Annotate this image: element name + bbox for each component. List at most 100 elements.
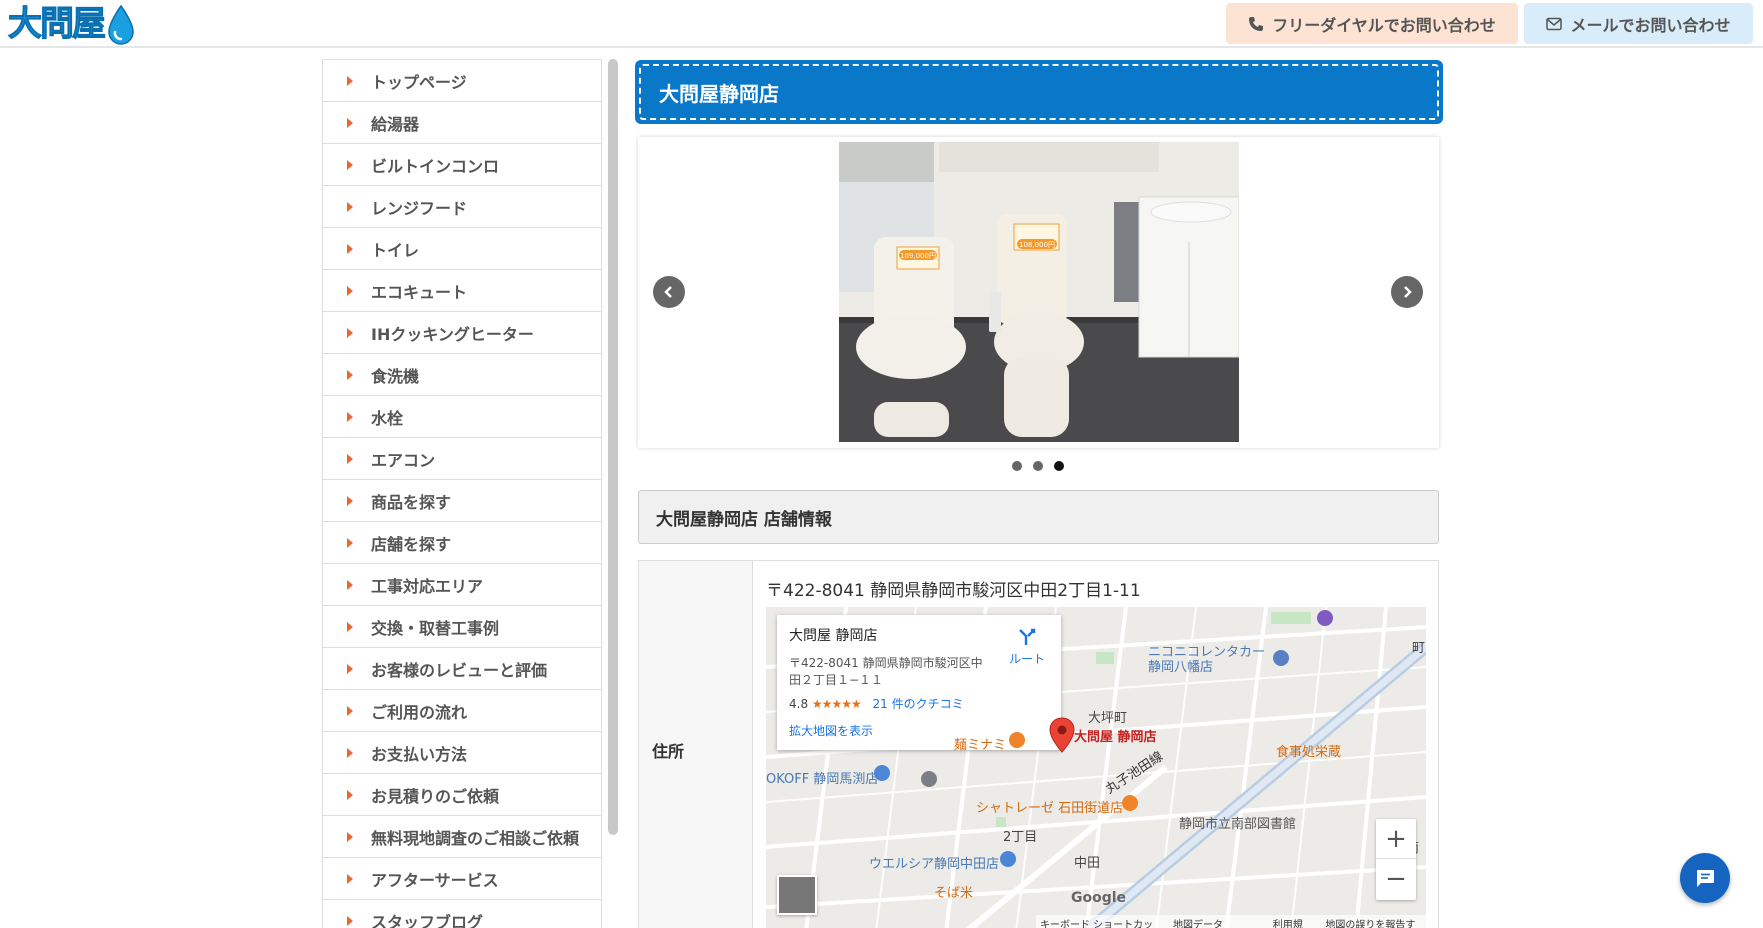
map-card-rating: 4.8 ★★★★★ 21 件のクチコミ bbox=[789, 695, 1049, 712]
sidebar-item-label: ご利用の流れ bbox=[371, 702, 468, 722]
phone-icon bbox=[1249, 16, 1264, 31]
caret-right-icon bbox=[347, 495, 353, 506]
sidebar-item-toilet[interactable]: トイレ bbox=[323, 228, 601, 270]
mail-icon bbox=[1546, 17, 1563, 30]
caret-right-icon bbox=[347, 243, 353, 254]
caret-right-icon bbox=[347, 705, 353, 716]
chevron-left-icon bbox=[664, 286, 672, 298]
chat-icon bbox=[1697, 870, 1714, 887]
map-zoom-control: + − bbox=[1376, 819, 1416, 900]
page-title-box: 大問屋静岡店 bbox=[635, 60, 1443, 124]
sidebar-item-label: 商品を探す bbox=[371, 492, 452, 512]
store-info-table: 住所 〒422-8041 静岡県静岡市駿河区中田2丁目1-11 大問屋 静岡店 … bbox=[638, 560, 1439, 928]
sidebar-item-ih-heater[interactable]: IHクッキングヒーター bbox=[323, 312, 601, 354]
store-info-heading-text: 大問屋静岡店 店舗情報 bbox=[656, 509, 832, 530]
slider-dot[interactable] bbox=[1012, 461, 1022, 471]
car-rental-icon bbox=[1272, 649, 1290, 671]
caret-right-icon bbox=[347, 327, 353, 338]
sidebar-item-label: スタッフブログ bbox=[371, 913, 484, 928]
sidebar-item-aircon[interactable]: エアコン bbox=[323, 438, 601, 480]
sidebar-item-top[interactable]: トップページ bbox=[323, 60, 601, 102]
caret-right-icon bbox=[347, 537, 353, 548]
map-place-bookoff[interactable]: OKOFF 静岡馬渕店 bbox=[766, 768, 878, 787]
caret-right-icon bbox=[347, 621, 353, 632]
sidebar-item-site-survey[interactable]: 無料現地調査のご相談ご依頼 bbox=[323, 816, 601, 858]
sidebar-item-label: 交換・取替工事例 bbox=[371, 618, 500, 638]
sidebar-item-after-service[interactable]: アフターサービス bbox=[323, 858, 601, 900]
sidebar-item-find-product[interactable]: 商品を探す bbox=[323, 480, 601, 522]
sidebar-item-label: 店舗を探す bbox=[371, 534, 452, 554]
sidebar-item-faucet[interactable]: 水栓 bbox=[323, 396, 601, 438]
free-dial-button[interactable]: フリーダイヤルでお問い合わせ bbox=[1226, 3, 1518, 44]
caret-right-icon bbox=[347, 916, 353, 926]
cafe-icon bbox=[1121, 794, 1139, 816]
sidebar-item-service-area[interactable]: 工事対応エリア bbox=[323, 564, 601, 606]
map-place-library[interactable]: 静岡市立南部図書館 bbox=[1179, 813, 1296, 832]
sidebar-nav: トップページ 給湯器 ビルトインコンロ レンジフード トイレ エコキュート IH… bbox=[322, 59, 602, 928]
sidebar-item-flow[interactable]: ご利用の流れ bbox=[323, 690, 601, 732]
map-place-restaurant-1[interactable]: 麺ミナミ bbox=[954, 734, 1006, 753]
map-place-rental[interactable]: ニコニコレンタカー 静岡八幡店 bbox=[1148, 645, 1265, 675]
keyboard-shortcuts-link[interactable]: キーボード ショートカット bbox=[1040, 916, 1159, 928]
site-logo[interactable]: 大問屋 bbox=[8, 2, 136, 46]
sidebar-item-estimate[interactable]: お見積りのご依頼 bbox=[323, 774, 601, 816]
sidebar-item-label: 工事対応エリア bbox=[371, 576, 484, 596]
slider-dots bbox=[1012, 461, 1064, 471]
free-dial-label: フリーダイヤルでお問い合わせ bbox=[1272, 15, 1496, 35]
mail-contact-label: メールでお問い合わせ bbox=[1570, 15, 1731, 35]
map-place-area: 大坪町 bbox=[1088, 711, 1128, 726]
sidebar-item-label: IHクッキングヒーター bbox=[371, 324, 534, 344]
caret-right-icon bbox=[347, 831, 353, 842]
slider-dot[interactable] bbox=[1033, 461, 1043, 471]
mail-contact-button[interactable]: メールでお問い合わせ bbox=[1524, 3, 1753, 44]
sidebar-item-label: お支払い方法 bbox=[371, 744, 468, 764]
directions-icon bbox=[1019, 628, 1036, 645]
price-tag-1: 109,000円 bbox=[900, 252, 936, 260]
google-map[interactable]: 大問屋 静岡店 〒422-8041 静岡県静岡市駿河区中田２丁目１−１１ 4.8… bbox=[766, 607, 1426, 928]
sidebar-item-work-examples[interactable]: 交換・取替工事例 bbox=[323, 606, 601, 648]
sidebar-scrollbar[interactable] bbox=[608, 59, 618, 835]
map-place-chateraise[interactable]: シャトレーゼ 石田街道店 bbox=[976, 797, 1123, 816]
satellite-toggle-button[interactable] bbox=[777, 875, 817, 915]
reviews-link[interactable]: 21 件のクチコミ bbox=[873, 697, 964, 711]
report-error-link[interactable]: 地図の誤りを報告する bbox=[1325, 916, 1422, 928]
sidebar-item-label: レンジフード bbox=[371, 198, 468, 218]
route-button[interactable]: ルート bbox=[1002, 627, 1052, 667]
map-place-restaurant-2[interactable]: 食事処栄蔵 bbox=[1276, 741, 1341, 760]
sidebar-item-staff-blog[interactable]: スタッフブログ bbox=[323, 900, 601, 928]
zoom-out-button[interactable]: − bbox=[1376, 859, 1416, 899]
site-header: 大問屋 フリーダイヤルでお問い合わせ メールでお問い合わせ bbox=[0, 0, 1763, 48]
zoom-in-button[interactable]: + bbox=[1376, 819, 1416, 859]
map-area-nakada: 中田 bbox=[1074, 856, 1101, 871]
sidebar-item-dishwasher[interactable]: 食洗機 bbox=[323, 354, 601, 396]
caret-right-icon bbox=[347, 453, 353, 464]
sidebar-item-reviews[interactable]: お客様のレビューと評価 bbox=[323, 648, 601, 690]
sidebar-item-ecocute[interactable]: エコキュート bbox=[323, 270, 601, 312]
sidebar-item-built-in-stove[interactable]: ビルトインコンロ bbox=[323, 144, 601, 186]
address-label: 住所 bbox=[639, 561, 753, 928]
sidebar-item-label: トイレ bbox=[371, 240, 420, 260]
pharmacy-icon bbox=[999, 850, 1017, 872]
slider-next-button[interactable] bbox=[1391, 276, 1423, 308]
sidebar-item-water-heater[interactable]: 給湯器 bbox=[323, 102, 601, 144]
sidebar-item-range-hood[interactable]: レンジフード bbox=[323, 186, 601, 228]
gas-station-icon bbox=[1316, 609, 1334, 631]
water-drop-icon bbox=[108, 4, 134, 45]
sidebar-item-find-store[interactable]: 店舗を探す bbox=[323, 522, 601, 564]
terms-link[interactable]: 利用規約 bbox=[1273, 916, 1312, 928]
map-marker-label[interactable]: 大問屋 静岡店 bbox=[1074, 726, 1157, 745]
google-logo: Google bbox=[1071, 890, 1127, 906]
sidebar-item-payment[interactable]: お支払い方法 bbox=[323, 732, 601, 774]
caret-right-icon bbox=[347, 75, 353, 86]
sidebar-item-label: お見積りのご依頼 bbox=[371, 786, 500, 806]
map-place-welcia[interactable]: ウエルシア静岡中田店 bbox=[869, 853, 999, 872]
slider-dot-active[interactable] bbox=[1054, 461, 1064, 471]
map-place-soba[interactable]: そば米 bbox=[934, 882, 973, 901]
map-footer: キーボード ショートカット 地図データ ©2025 利用規約 地図の誤りを報告す… bbox=[1036, 915, 1426, 928]
sidebar-item-label: アフターサービス bbox=[371, 870, 499, 890]
caret-right-icon bbox=[347, 747, 353, 758]
chat-button[interactable] bbox=[1680, 853, 1730, 903]
slider-prev-button[interactable] bbox=[653, 276, 685, 308]
caret-right-icon bbox=[347, 285, 353, 296]
map-card-address: 〒422-8041 静岡県静岡市駿河区中田２丁目１−１１ bbox=[789, 656, 983, 687]
